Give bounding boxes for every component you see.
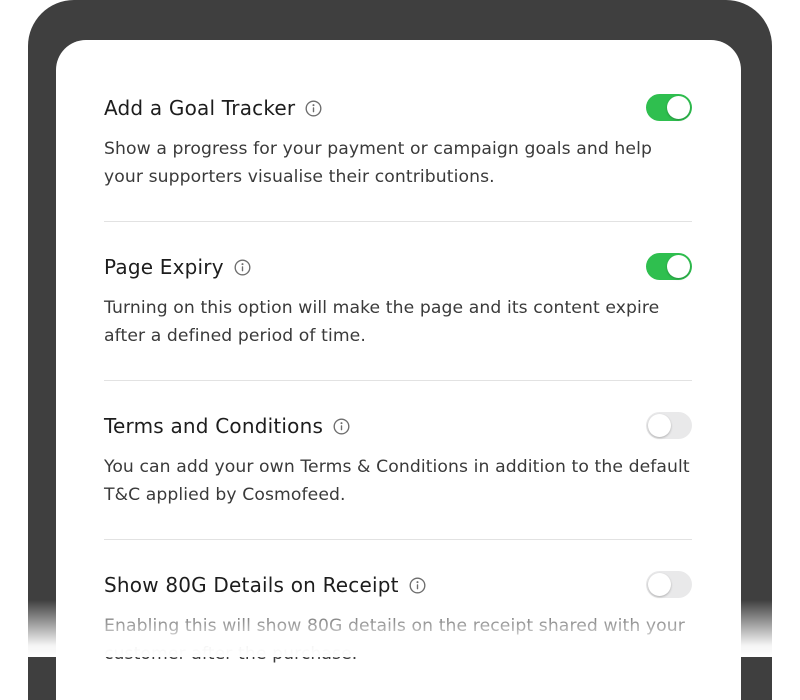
info-icon[interactable] (409, 577, 426, 594)
toggle-knob (648, 414, 671, 437)
setting-title: Show 80G Details on Receipt (104, 570, 426, 600)
divider (104, 380, 692, 381)
setting-terms-conditions: Terms and Conditions You can add your ow… (104, 411, 692, 509)
setting-description: You can add your own Terms & Conditions … (104, 457, 690, 505)
80g-details-toggle[interactable] (646, 571, 692, 598)
toggle-knob (667, 96, 690, 119)
divider (104, 221, 692, 222)
info-icon[interactable] (333, 418, 350, 435)
setting-80g-details: Show 80G Details on Receipt Enabling thi… (104, 570, 692, 668)
toggle-knob (667, 255, 690, 278)
setting-description: Show a progress for your payment or camp… (104, 139, 652, 187)
terms-conditions-toggle[interactable] (646, 412, 692, 439)
setting-description: Turning on this option will make the pag… (104, 298, 660, 346)
info-icon[interactable] (305, 100, 322, 117)
setting-page-expiry: Page Expiry Turning on this option will … (104, 252, 692, 350)
settings-panel: Add a Goal Tracker Show a progress for y… (56, 40, 741, 700)
info-icon[interactable] (234, 259, 251, 276)
setting-title: Page Expiry (104, 252, 251, 282)
toggle-knob (648, 573, 671, 596)
page-expiry-toggle[interactable] (646, 253, 692, 280)
setting-title: Terms and Conditions (104, 411, 350, 441)
setting-title: Add a Goal Tracker (104, 93, 322, 123)
goal-tracker-toggle[interactable] (646, 94, 692, 121)
setting-goal-tracker: Add a Goal Tracker Show a progress for y… (104, 93, 692, 191)
divider (104, 539, 692, 540)
setting-description: Enabling this will show 80G details on t… (104, 616, 685, 664)
